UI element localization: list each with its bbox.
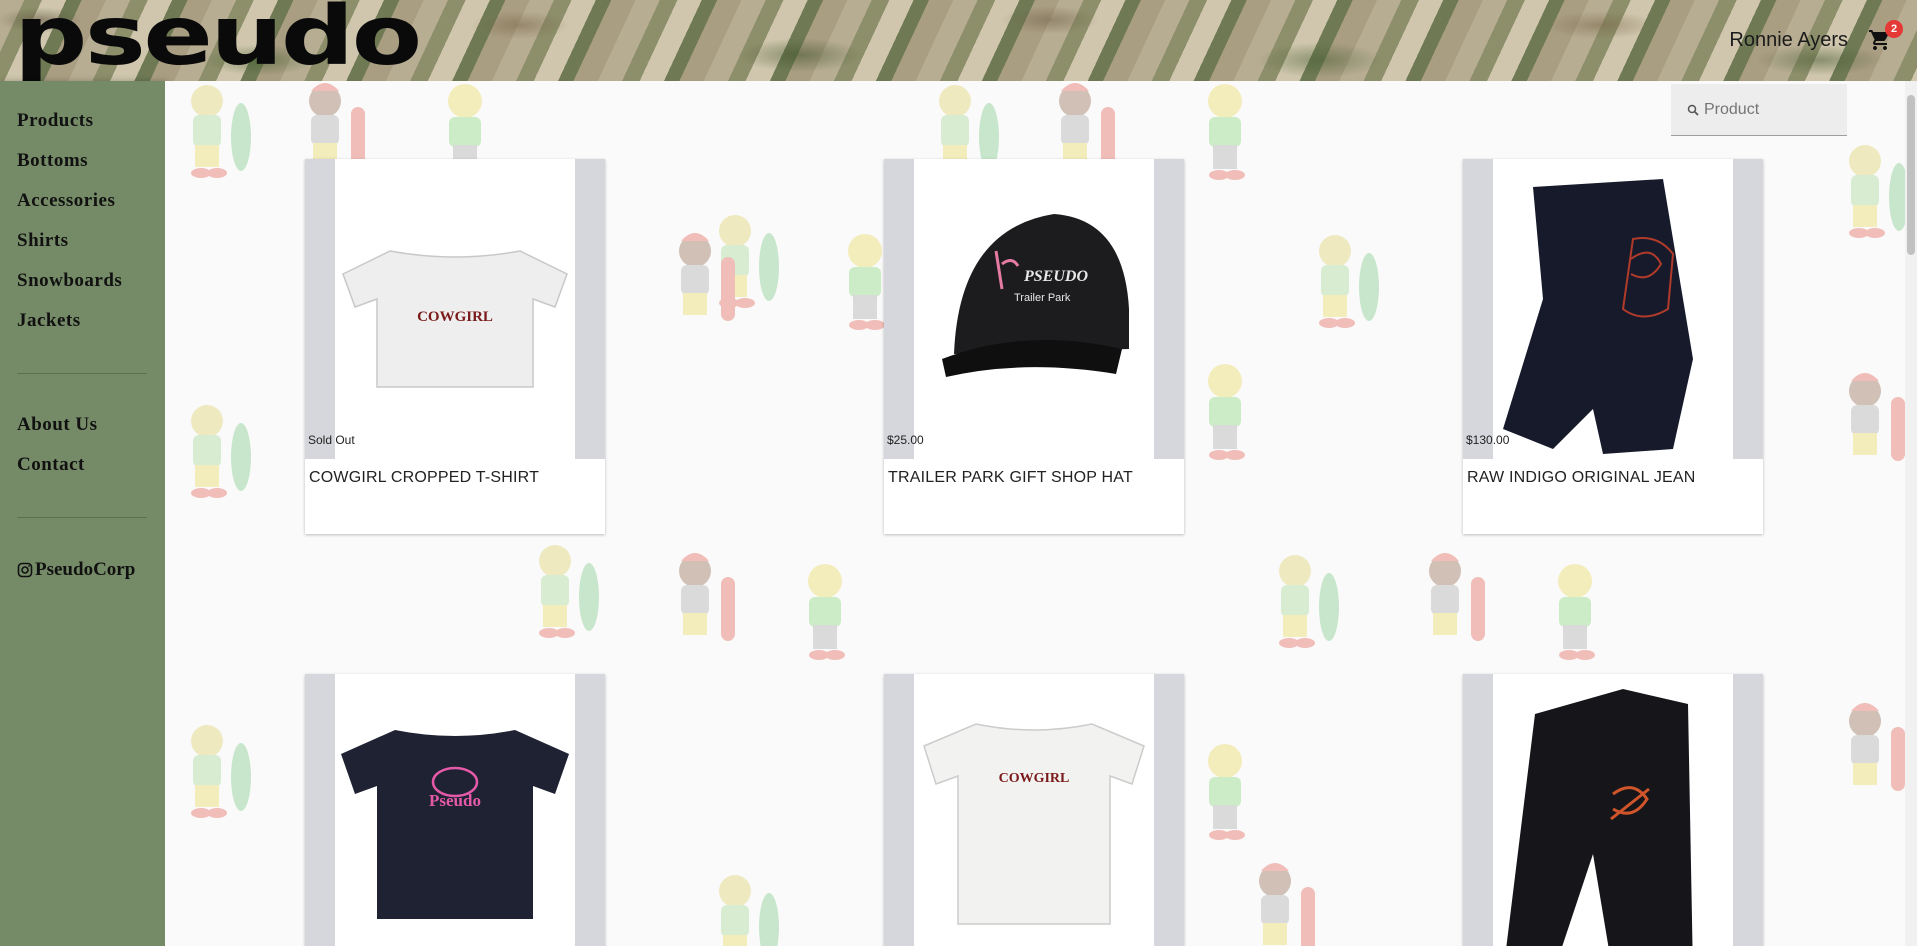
product-price: Sold Out	[308, 433, 355, 447]
sidebar: Products Bottoms Accessories Shirts Snow…	[0, 81, 165, 946]
nav-item-products[interactable]: Products	[17, 109, 122, 149]
search-icon	[1687, 104, 1699, 116]
instagram-icon	[17, 562, 33, 578]
info-nav: About Us Contact	[17, 413, 98, 493]
product-price: $25.00	[887, 433, 924, 447]
nav-item-shirts[interactable]: Shirts	[17, 229, 122, 269]
product-card[interactable]: PSEUDO Trailer Park $25.00 TRAILER PARK …	[884, 159, 1184, 534]
svg-text:Trailer Park: Trailer Park	[1014, 292, 1071, 304]
product-price: $130.00	[1466, 433, 1510, 447]
product-card[interactable]: COWGIRL	[884, 674, 1184, 946]
instagram-handle: PseudoCorp	[35, 559, 136, 580]
user-name[interactable]: Ronnie Ayers	[1729, 29, 1848, 52]
product-card[interactable]	[1463, 674, 1763, 946]
product-search[interactable]	[1671, 84, 1847, 136]
product-image[interactable]: Pseudo	[305, 674, 605, 946]
svg-text:COWGIRL: COWGIRL	[417, 309, 493, 325]
site-header: pseudo Ronnie Ayers 2	[0, 0, 1917, 81]
sidebar-divider	[17, 373, 147, 374]
product-grid-area: COWGIRL Sold Out COWGIRL CROPPED T-SHIRT…	[165, 81, 1917, 946]
svg-text:PSEUDO: PSEUDO	[1023, 268, 1088, 285]
instagram-link[interactable]: PseudoCorp	[17, 559, 135, 581]
scrollbar[interactable]	[1905, 81, 1917, 946]
nav-item-snowboards[interactable]: Snowboards	[17, 269, 122, 309]
product-image[interactable]: COWGIRL Sold Out	[305, 159, 605, 459]
nav-item-contact[interactable]: Contact	[17, 453, 98, 493]
product-title[interactable]: RAW INDIGO ORIGINAL JEAN	[1463, 459, 1763, 534]
product-title[interactable]: TRAILER PARK GIFT SHOP HAT	[884, 459, 1184, 534]
nav-item-accessories[interactable]: Accessories	[17, 189, 122, 229]
nav-item-about-us[interactable]: About Us	[17, 413, 98, 453]
product-card[interactable]: COWGIRL Sold Out COWGIRL CROPPED T-SHIRT	[305, 159, 605, 534]
product-title[interactable]: COWGIRL CROPPED T-SHIRT	[305, 459, 605, 534]
search-input[interactable]	[1702, 99, 1846, 120]
nav-item-bottoms[interactable]: Bottoms	[17, 149, 122, 189]
product-image[interactable]: $130.00	[1463, 159, 1763, 459]
product-image[interactable]	[1463, 674, 1763, 946]
cart-count-badge: 2	[1885, 20, 1903, 38]
product-card[interactable]: $130.00 RAW INDIGO ORIGINAL JEAN	[1463, 159, 1763, 534]
product-image[interactable]: COWGIRL	[884, 674, 1184, 946]
svg-text:COWGIRL: COWGIRL	[999, 771, 1070, 786]
sidebar-divider	[17, 517, 147, 518]
site-logo[interactable]: pseudo	[14, 0, 422, 78]
svg-text:Pseudo: Pseudo	[429, 791, 481, 810]
category-nav: Products Bottoms Accessories Shirts Snow…	[17, 109, 122, 349]
product-card[interactable]: Pseudo	[305, 674, 605, 946]
product-image[interactable]: PSEUDO Trailer Park $25.00	[884, 159, 1184, 459]
nav-item-jackets[interactable]: Jackets	[17, 309, 122, 349]
scrollbar-thumb[interactable]	[1907, 95, 1915, 255]
